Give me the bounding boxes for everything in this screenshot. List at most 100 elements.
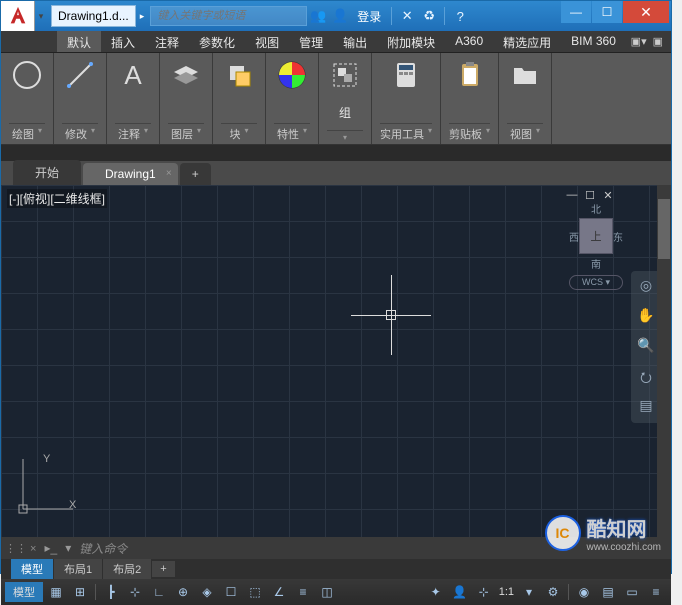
tab-parametric[interactable]: 参数化 <box>189 31 245 52</box>
vertical-scrollbar[interactable] <box>657 185 671 537</box>
qat-dropdown-icon[interactable]: ▾ <box>35 11 47 22</box>
line-icon[interactable] <box>62 57 98 93</box>
ribbon-overflow[interactable]: ▣▾▣ <box>631 31 671 52</box>
app-logo[interactable] <box>1 1 35 31</box>
a360-icon[interactable]: ♻ <box>418 8 440 24</box>
chevron-down-icon[interactable]: ▾ <box>343 133 347 142</box>
chevron-down-icon[interactable]: ▾ <box>428 126 432 142</box>
viewport-label[interactable]: [-][俯视][二维线框] <box>7 189 107 208</box>
chevron-down-icon[interactable]: ▾ <box>486 126 490 142</box>
tab-addins[interactable]: 附加模块 <box>377 31 445 52</box>
tab-bim360[interactable]: BIM 360 <box>561 31 626 52</box>
chevron-down-icon[interactable]: ▾ <box>144 126 148 142</box>
block-icon[interactable] <box>221 57 257 93</box>
tab-drawing1[interactable]: Drawing1× <box>83 163 178 185</box>
pan-icon[interactable]: ✋ <box>636 307 656 327</box>
search-icon[interactable]: 👥 <box>307 8 329 24</box>
group-icon[interactable] <box>327 57 363 93</box>
tab-featured[interactable]: 精选应用 <box>493 31 561 52</box>
colorwheel-icon[interactable] <box>274 57 310 93</box>
wcs-dropdown[interactable]: WCS ▾ <box>569 275 623 290</box>
chevron-down-icon[interactable]: ▾ <box>197 126 201 142</box>
polar-icon[interactable]: ⊕ <box>172 582 194 602</box>
circle-icon[interactable] <box>9 57 45 93</box>
tab-insert[interactable]: 插入 <box>101 31 145 52</box>
transparency-icon[interactable]: ◫ <box>316 582 338 602</box>
grid-toggle-icon[interactable]: ▦ <box>45 582 67 602</box>
doc-dropdown-icon[interactable]: ▸ <box>140 11 145 22</box>
units-icon[interactable]: ⊹ <box>473 582 495 602</box>
osnap-icon[interactable]: ☐ <box>220 582 242 602</box>
3dosnap-icon[interactable]: ⬚ <box>244 582 266 602</box>
folder-icon[interactable] <box>507 57 543 93</box>
dynamic-input-icon[interactable]: ⊹ <box>124 582 146 602</box>
signin-icon[interactable]: 👤 <box>329 8 351 24</box>
tab-start[interactable]: 开始 <box>13 160 81 185</box>
tab-output[interactable]: 输出 <box>333 31 377 52</box>
chevron-down-icon[interactable]: ▾ <box>303 126 307 142</box>
close-button[interactable]: ✕ <box>623 1 669 23</box>
calculator-icon[interactable] <box>388 57 424 93</box>
steering-wheel-icon[interactable]: ◎ <box>636 277 656 297</box>
workspace-icon[interactable]: ✦ <box>425 582 447 602</box>
zoom-icon[interactable]: 🔍 <box>636 337 656 357</box>
clipboard-icon[interactable] <box>452 57 488 93</box>
lineweight-icon[interactable]: ≡ <box>292 582 314 602</box>
panel-view: 视图▾ <box>499 53 552 144</box>
add-layout-button[interactable]: + <box>152 561 174 577</box>
tab-annotate[interactable]: 注释 <box>145 31 189 52</box>
otrack-icon[interactable]: ∠ <box>268 582 290 602</box>
gear-icon[interactable]: ⚙ <box>542 582 564 602</box>
recent-icon[interactable]: ▾ <box>65 541 71 555</box>
login-link[interactable]: 登录 <box>357 8 381 25</box>
tab-a360[interactable]: A360 <box>445 31 493 52</box>
isodraft-icon[interactable]: ◈ <box>196 582 218 602</box>
orbit-icon[interactable]: ⭮ <box>636 367 656 387</box>
hardware-icon[interactable]: ▤ <box>597 582 619 602</box>
panel-label: 组 <box>339 104 351 121</box>
viewcube[interactable]: 北 西上东 南 WCS ▾ <box>569 201 623 290</box>
layers-icon[interactable] <box>168 57 204 93</box>
ortho-icon[interactable]: ∟ <box>148 582 170 602</box>
annoscale-icon[interactable]: ▾ <box>518 582 540 602</box>
minimize-button[interactable]: — <box>561 1 591 23</box>
panel-draw: 绘图▾ <box>1 53 54 144</box>
cleanscreen-icon[interactable]: ▭ <box>621 582 643 602</box>
scale-display[interactable]: 1:1 <box>497 586 516 598</box>
tab-manage[interactable]: 管理 <box>289 31 333 52</box>
infer-icon[interactable]: ┣ <box>100 582 122 602</box>
snap-toggle-icon[interactable]: ⊞ <box>69 582 91 602</box>
exchange-icon[interactable]: ✕ <box>396 8 418 24</box>
showmotion-icon[interactable]: ▤ <box>636 397 656 417</box>
tab-view[interactable]: 视图 <box>245 31 289 52</box>
new-tab-button[interactable]: + <box>180 163 211 185</box>
help-icon[interactable]: ? <box>449 9 471 24</box>
document-title: Drawing1.d... <box>51 5 136 27</box>
panel-label: 图层 <box>171 126 193 142</box>
isolate-icon[interactable]: ◉ <box>573 582 595 602</box>
tab-layout2[interactable]: 布局2 <box>103 559 151 579</box>
tab-default[interactable]: 默认 <box>57 31 101 52</box>
annomonitor-icon[interactable]: 👤 <box>449 582 471 602</box>
close-tab-icon[interactable]: × <box>166 168 172 179</box>
chevron-down-icon[interactable]: ▾ <box>244 126 248 142</box>
drag-handle-icon[interactable]: ⋮⋮ × <box>5 542 36 555</box>
panel-label: 绘图 <box>12 126 34 142</box>
search-input[interactable] <box>150 6 307 26</box>
chevron-down-icon[interactable]: ▾ <box>536 126 540 142</box>
panel-modify: 修改▾ <box>54 53 107 144</box>
tab-layout1[interactable]: 布局1 <box>54 559 102 579</box>
drawing-canvas[interactable]: [-][俯视][二维线框] — ☐ ✕ Y X 北 西上东 南 WCS ▾ ◎ … <box>1 185 671 537</box>
command-input[interactable]: 键入命令 <box>79 540 127 557</box>
chevron-down-icon[interactable]: ▾ <box>38 126 42 142</box>
maximize-button[interactable]: ☐ <box>592 1 622 23</box>
tab-model[interactable]: 模型 <box>11 559 53 579</box>
viewcube-face[interactable]: 上 <box>579 218 613 254</box>
customize-icon[interactable]: ≡ <box>645 582 667 602</box>
text-icon[interactable]: A <box>115 57 151 93</box>
chevron-down-icon[interactable]: ▾ <box>91 126 95 142</box>
panel-label: 剪贴板 <box>449 126 482 142</box>
command-icon[interactable]: ▸_ <box>44 541 57 555</box>
scrollbar-thumb[interactable] <box>658 199 670 259</box>
model-space-button[interactable]: 模型 <box>5 582 43 602</box>
